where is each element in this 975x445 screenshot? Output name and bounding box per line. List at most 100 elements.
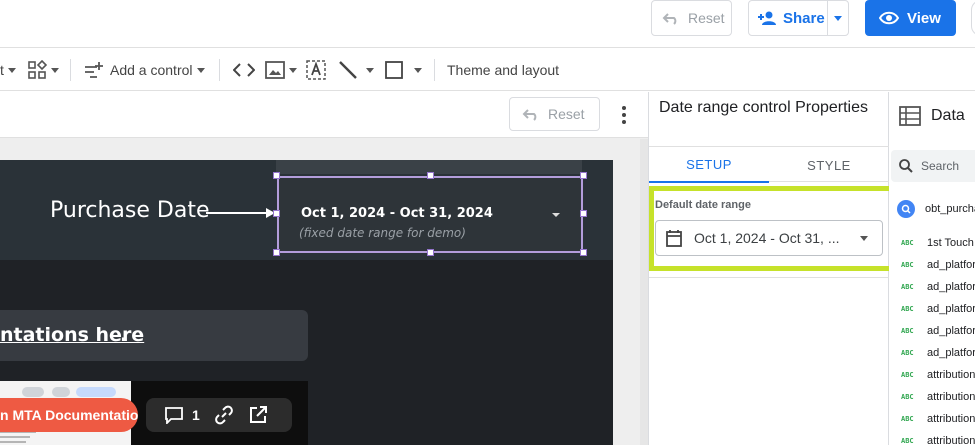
eye-icon — [879, 11, 899, 25]
resize-handle[interactable] — [580, 249, 587, 256]
theme-layout-button[interactable]: Theme and layout — [447, 57, 559, 83]
text-type-icon: ABC — [901, 349, 914, 357]
thumb-element — [22, 387, 44, 397]
canvas-reset-label: Reset — [548, 106, 585, 122]
mta-documentation-label: n MTA Documentatio — [0, 407, 138, 423]
widgets-icon — [27, 60, 47, 80]
report-header-band: Purchase Date Oct 1, 2024 - Oct 31, 2024… — [0, 160, 613, 260]
field-name: attribution — [927, 413, 975, 425]
field-name: ad_platfor — [927, 303, 975, 315]
divider — [649, 277, 889, 278]
share-label: Share — [783, 9, 825, 27]
field-name: attribution — [927, 435, 975, 445]
documentation-box: ntations here . — [0, 310, 308, 361]
resize-handle[interactable] — [273, 210, 280, 217]
comments-button[interactable]: 1 — [164, 406, 200, 424]
shape-menu[interactable] — [384, 57, 422, 83]
canvas-scrollbar[interactable] — [640, 139, 648, 445]
code-icon — [233, 63, 255, 77]
field-name: ad_platfor — [927, 347, 975, 359]
add-control-menu[interactable]: Add a control — [84, 57, 205, 83]
text-box-icon — [306, 60, 326, 80]
text-type-icon: ABC — [901, 239, 914, 247]
resize-handle[interactable] — [273, 249, 280, 256]
date-range-control[interactable]: Oct 1, 2024 - Oct 31, 2024 (fixed date r… — [277, 176, 583, 253]
tab-setup[interactable]: SETUP — [649, 147, 769, 183]
date-range-value: Oct 1, 2024 - Oct 31, 2024 — [301, 206, 493, 221]
community-viz-menu[interactable] — [27, 57, 59, 83]
toolbar-divider — [434, 59, 435, 81]
field-item[interactable]: ABC ad_platfor — [901, 254, 975, 276]
more-options-icon[interactable] — [614, 103, 634, 127]
tab-style[interactable]: STYLE — [769, 147, 889, 183]
text-button[interactable] — [306, 57, 326, 83]
comment-icon — [164, 406, 184, 424]
open-external-icon[interactable] — [248, 405, 268, 425]
field-item[interactable]: ABC 1st Touch — [901, 232, 975, 254]
add-control-icon — [84, 61, 104, 79]
resize-handle[interactable] — [580, 210, 587, 217]
theme-layout-label: Theme and layout — [447, 62, 560, 78]
share-button[interactable]: Share — [748, 0, 849, 36]
add-person-icon — [757, 10, 777, 26]
text-type-icon: ABC — [901, 437, 914, 445]
field-item[interactable]: ABC ad_platfor — [901, 276, 975, 298]
default-date-range-select[interactable]: Oct 1, 2024 - Oct 31, ... — [655, 220, 883, 256]
video-controls: 1 — [146, 398, 292, 432]
thumb-element — [76, 387, 116, 397]
line-menu[interactable] — [338, 57, 374, 83]
resize-handle[interactable] — [273, 172, 280, 179]
text-type-icon: ABC — [901, 327, 914, 335]
calendar-icon — [666, 229, 682, 247]
add-chart-label: t — [0, 62, 4, 78]
chevron-down-icon — [51, 67, 59, 73]
undo-icon — [662, 11, 680, 25]
add-control-label: Add a control — [110, 62, 193, 78]
field-item[interactable]: ABC attribution — [901, 364, 975, 386]
chevron-down-icon[interactable] — [552, 213, 560, 217]
data-source-item[interactable]: obt_purcha — [897, 200, 975, 218]
embed-url-button[interactable] — [233, 57, 255, 83]
report-body: ntations here . n MTA Documentatio 1 — [0, 260, 613, 445]
top-header: Reset Share View — [0, 0, 975, 48]
view-button[interactable]: View — [865, 0, 956, 36]
undo-icon — [522, 107, 540, 121]
field-item[interactable]: ABC attribution — [901, 386, 975, 408]
canvas-reset-button[interactable]: Reset — [509, 97, 600, 131]
rectangle-icon — [384, 60, 404, 80]
image-menu[interactable] — [265, 57, 297, 83]
resize-handle[interactable] — [427, 172, 434, 179]
reset-button[interactable]: Reset — [651, 0, 732, 36]
database-icon — [899, 106, 921, 126]
text-type-icon: ABC — [901, 283, 914, 291]
toolbar-divider — [219, 59, 220, 81]
reset-label: Reset — [688, 10, 725, 26]
documentation-period: . — [120, 324, 128, 346]
field-item[interactable]: ABC ad_platfor — [901, 298, 975, 320]
link-icon[interactable] — [214, 405, 234, 425]
field-item[interactable]: ABC ad_platfor — [901, 342, 975, 364]
report-canvas: Reset Purchase Date Oct 1, 2024 - Oct 31… — [0, 92, 648, 445]
field-name: ad_platfor — [927, 325, 975, 337]
field-name: ad_platfor — [927, 259, 975, 271]
purchase-date-label: Purchase Date — [50, 198, 210, 223]
field-item[interactable]: ABC attribution — [901, 430, 975, 445]
share-dropdown[interactable] — [827, 1, 848, 35]
chevron-down-icon — [7, 67, 16, 73]
field-name: 1st Touch — [927, 237, 974, 249]
resize-handle[interactable] — [580, 172, 587, 179]
add-chart-menu[interactable]: t — [0, 57, 16, 83]
mta-documentation-button[interactable]: n MTA Documentatio — [0, 398, 138, 432]
field-item[interactable]: ABC ad_platfor — [901, 320, 975, 342]
field-list: ABC 1st Touch ABC ad_platfor ABC ad_platfor… — [901, 232, 975, 445]
chevron-down-icon — [860, 235, 868, 241]
chevron-down-icon — [414, 67, 422, 73]
arrow-line — [206, 212, 270, 214]
field-item[interactable]: ABC attribution — [901, 408, 975, 430]
data-search-input[interactable]: Search — [891, 150, 975, 182]
comment-count: 1 — [192, 407, 200, 423]
properties-panel: Date range control Properties SETUP STYL… — [648, 92, 895, 445]
bigquery-icon — [897, 200, 915, 218]
account-button[interactable] — [971, 0, 975, 36]
resize-handle[interactable] — [427, 249, 434, 256]
